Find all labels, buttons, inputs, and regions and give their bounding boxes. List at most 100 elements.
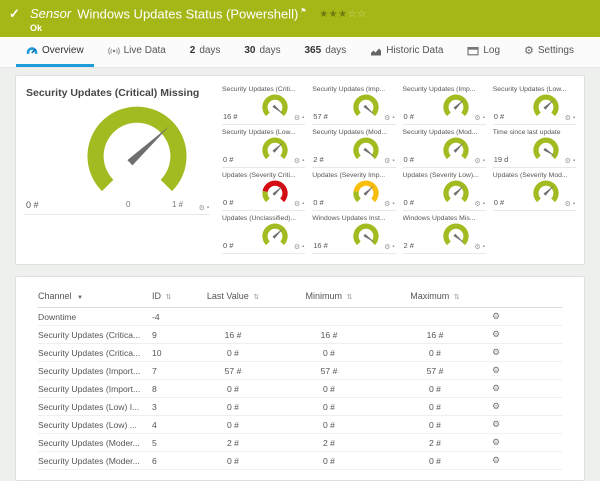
- channel-name[interactable]: Downtime: [38, 312, 152, 322]
- channel-settings-gear-icon[interactable]: ⚙: [199, 205, 205, 212]
- star-filled-icon[interactable]: ★: [338, 9, 347, 20]
- pin-icon[interactable]: ▪: [302, 201, 304, 208]
- tab-overview[interactable]: Overview: [16, 37, 94, 67]
- channel-minimum: 16 #: [264, 330, 394, 340]
- pin-icon[interactable]: ▪: [483, 201, 485, 208]
- mini-gauge-tile[interactable]: Updates (Severity Mod... 0 # ⚙ ▪: [493, 170, 576, 211]
- column-header-last-value[interactable]: Last Value ⇅: [202, 291, 264, 301]
- channel-name[interactable]: Security Updates (Critica...: [38, 348, 152, 358]
- pin-icon[interactable]: ▪: [573, 201, 575, 208]
- priority-star-rating[interactable]: ★★★☆☆: [319, 9, 366, 20]
- star-empty-icon[interactable]: ☆: [348, 9, 357, 20]
- pin-icon[interactable]: ▪: [483, 244, 485, 251]
- star-empty-icon[interactable]: ☆: [357, 9, 366, 20]
- pin-icon[interactable]: ▪: [302, 244, 304, 251]
- edit-channel-gear-icon[interactable]: ⚙: [492, 401, 500, 411]
- edit-channel-gear-icon[interactable]: ⚙: [492, 365, 500, 375]
- column-header-maximum[interactable]: Maximum ⇅: [394, 291, 476, 301]
- channel-id: 6: [152, 456, 202, 466]
- pin-icon[interactable]: ▪: [302, 158, 304, 165]
- channel-name[interactable]: Security Updates (Moder...: [38, 438, 152, 448]
- mini-gauge-tile[interactable]: Windows Updates Mis... 2 # ⚙ ▪: [403, 213, 486, 254]
- column-header-id[interactable]: ID ⇅: [152, 291, 202, 301]
- channel-settings-gear-icon[interactable]: ⚙: [384, 158, 390, 165]
- pin-icon[interactable]: ▪: [207, 205, 209, 212]
- channel-name[interactable]: Security Updates (Moder...: [38, 456, 152, 466]
- channel-table-header: Channel ▼ID ⇅Last Value ⇅Minimum ⇅Maximu…: [38, 289, 562, 308]
- column-header-channel[interactable]: Channel ▼: [38, 291, 152, 301]
- pin-icon[interactable]: ▪: [573, 115, 575, 122]
- tab-30-days[interactable]: 30days: [234, 37, 290, 67]
- edit-channel-gear-icon[interactable]: ⚙: [492, 437, 500, 447]
- tab-historic-data[interactable]: Historic Data: [360, 37, 453, 67]
- pin-icon[interactable]: ▪: [392, 158, 394, 165]
- mini-gauge-value: 57 #: [313, 112, 328, 121]
- tab-live-data[interactable]: Live Data: [98, 37, 176, 67]
- tab-label: Live Data: [124, 45, 166, 56]
- channel-settings-gear-icon[interactable]: ⚙: [294, 201, 300, 208]
- tab-2-days[interactable]: 2days: [180, 37, 231, 67]
- tab-number: 365: [305, 45, 322, 56]
- channel-id: 5: [152, 438, 202, 448]
- mini-gauge-tile[interactable]: Security Updates (Mod... 2 # ⚙ ▪: [312, 127, 395, 168]
- gauges-overview-panel: Security Updates (Critical) Missing 0 # …: [15, 75, 585, 265]
- channel-row: Security Updates (Moder... 6 0 # 0 # 0 #…: [38, 452, 562, 470]
- star-filled-icon[interactable]: ★: [319, 9, 328, 20]
- channel-settings-gear-icon[interactable]: ⚙: [384, 201, 390, 208]
- edit-channel-gear-icon[interactable]: ⚙: [492, 383, 500, 393]
- mini-gauge-tile[interactable]: Time since last update 19 d ⚙ ▪: [493, 127, 576, 168]
- mini-gauge-tile[interactable]: Updates (Severity Imp... 0 # ⚙ ▪: [312, 170, 395, 211]
- edit-channel-gear-icon[interactable]: ⚙: [492, 329, 500, 339]
- pin-icon[interactable]: ▪: [483, 115, 485, 122]
- column-header-minimum[interactable]: Minimum ⇅: [264, 291, 394, 301]
- mini-gauge-tile[interactable]: Security Updates (Low... 0 # ⚙ ▪: [493, 84, 576, 125]
- pin-icon[interactable]: ▪: [483, 158, 485, 165]
- channel-settings-gear-icon[interactable]: ⚙: [474, 115, 480, 122]
- edit-channel-gear-icon[interactable]: ⚙: [492, 455, 500, 465]
- channel-maximum: 16 #: [394, 330, 476, 340]
- mini-gauge-tile[interactable]: Updates (Unclassified)... 0 # ⚙ ▪: [222, 213, 305, 254]
- channel-settings-gear-icon[interactable]: ⚙: [565, 115, 571, 122]
- mini-gauge-tile[interactable]: Updates (Severity Criti... 0 # ⚙ ▪: [222, 170, 305, 211]
- channel-name[interactable]: Security Updates (Import...: [38, 384, 152, 394]
- channel-name[interactable]: Security Updates (Low) ...: [38, 420, 152, 430]
- channel-name[interactable]: Security Updates (Critica...: [38, 330, 152, 340]
- star-filled-icon[interactable]: ★: [329, 9, 338, 20]
- tab-settings[interactable]: ⚙Settings: [514, 37, 584, 67]
- mini-gauge-value: 2 #: [313, 155, 323, 164]
- channel-settings-gear-icon[interactable]: ⚙: [294, 115, 300, 122]
- mini-gauge-tile[interactable]: Updates (Severity Low)... 0 # ⚙ ▪: [403, 170, 486, 211]
- channel-settings-gear-icon[interactable]: ⚙: [384, 115, 390, 122]
- channel-settings-gear-icon[interactable]: ⚙: [474, 244, 480, 251]
- channel-settings-gear-icon[interactable]: ⚙: [474, 158, 480, 165]
- mini-gauge-tile[interactable]: Security Updates (Imp... 0 # ⚙ ▪: [403, 84, 486, 125]
- channel-settings-gear-icon[interactable]: ⚙: [565, 158, 571, 165]
- tab-log[interactable]: Log: [457, 37, 510, 67]
- channel-name[interactable]: Security Updates (Import...: [38, 366, 152, 376]
- mini-gauge-tile[interactable]: Security Updates (Criti... 16 # ⚙ ▪: [222, 84, 305, 125]
- mini-gauge-tile[interactable]: Security Updates (Low... 0 # ⚙ ▪: [222, 127, 305, 168]
- object-kind-label: Sensor: [30, 6, 71, 21]
- mini-gauge-tile[interactable]: Windows Updates Inst... 16 # ⚙ ▪: [312, 213, 395, 254]
- channel-settings-gear-icon[interactable]: ⚙: [294, 158, 300, 165]
- edit-channel-gear-icon[interactable]: ⚙: [492, 347, 500, 357]
- channel-settings-gear-icon[interactable]: ⚙: [384, 244, 390, 251]
- gauge-icon: [26, 45, 38, 57]
- mini-gauge-chart: [257, 220, 293, 251]
- channel-settings-gear-icon[interactable]: ⚙: [294, 244, 300, 251]
- pin-icon[interactable]: ▪: [573, 158, 575, 165]
- mini-gauge-tile[interactable]: Security Updates (Imp... 57 # ⚙ ▪: [312, 84, 395, 125]
- channel-id: 4: [152, 420, 202, 430]
- pin-icon[interactable]: ▪: [392, 244, 394, 251]
- pin-icon[interactable]: ▪: [302, 115, 304, 122]
- pin-icon[interactable]: ▪: [392, 115, 394, 122]
- channel-name[interactable]: Security Updates (Low) I...: [38, 402, 152, 412]
- edit-channel-gear-icon[interactable]: ⚙: [492, 419, 500, 429]
- mini-gauge-tile[interactable]: Security Updates (Mod... 0 # ⚙ ▪: [403, 127, 486, 168]
- channel-minimum: 2 #: [264, 438, 394, 448]
- channel-settings-gear-icon[interactable]: ⚙: [474, 201, 480, 208]
- pin-icon[interactable]: ▪: [392, 201, 394, 208]
- channel-settings-gear-icon[interactable]: ⚙: [565, 201, 571, 208]
- edit-channel-gear-icon[interactable]: ⚙: [492, 311, 500, 321]
- tab-365-days[interactable]: 365days: [295, 37, 357, 67]
